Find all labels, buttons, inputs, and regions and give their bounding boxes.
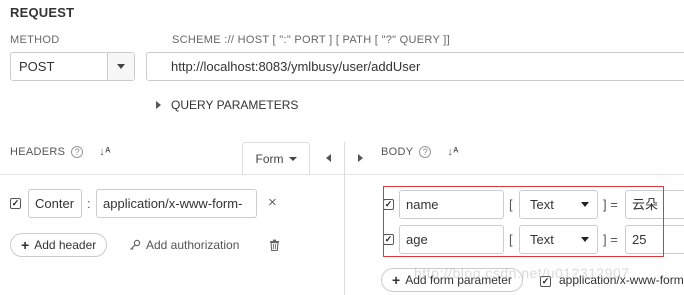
header-key-input[interactable]: Conter (28, 189, 82, 218)
remove-header-icon[interactable]: × (268, 194, 277, 211)
headers-header: HEADERS ? ↓ᴬ (10, 146, 111, 158)
trash-icon (270, 239, 279, 252)
method-dropdown-button[interactable] (107, 53, 134, 80)
form-mode-dropdown[interactable]: Form (242, 142, 310, 174)
delete-headers-button[interactable] (269, 239, 280, 254)
plus-icon: + (21, 237, 30, 253)
watermark-text: http://blog.csdn.net/u012312907 (414, 265, 630, 281)
chevron-down-icon (117, 64, 125, 69)
method-label: METHOD (10, 34, 60, 46)
method-value: POST (19, 59, 55, 74)
method-select[interactable]: POST (10, 52, 135, 81)
expand-right-button[interactable] (358, 154, 363, 162)
add-authorization-label: Add authorization (146, 238, 240, 252)
query-parameters-toggle[interactable]: QUERY PARAMETERS (156, 98, 298, 112)
help-icon[interactable]: ? (419, 146, 432, 158)
body-label: BODY (381, 146, 414, 158)
add-authorization-link[interactable]: Add authorization (129, 238, 239, 252)
body-header: BODY ? ↓ᴬ (381, 146, 459, 158)
body-separator (345, 174, 684, 175)
request-section-title: REQUEST (10, 5, 75, 20)
chevron-down-icon (288, 156, 297, 161)
sort-az-icon[interactable]: ↓ᴬ (99, 146, 110, 158)
url-input[interactable]: http://localhost:8083/ymlbusy/user/addUs… (146, 52, 684, 81)
collapse-left-button[interactable] (326, 154, 331, 162)
chevron-left-icon (326, 154, 331, 162)
chevron-right-icon (358, 154, 363, 162)
panel-divider (344, 142, 345, 295)
header-value-input[interactable]: application/x-www-form- (96, 189, 257, 218)
query-parameters-label: QUERY PARAMETERS (171, 98, 299, 112)
plus-icon: + (392, 272, 401, 288)
headers-label: HEADERS (10, 146, 66, 158)
highlight-box (383, 186, 664, 257)
header-row-checkbox[interactable]: ✓ (10, 198, 21, 209)
add-header-button[interactable]: + Add header (10, 233, 108, 257)
expand-right-icon (156, 101, 161, 109)
form-mode-label: Form (255, 151, 284, 166)
header-separator: : (87, 196, 91, 211)
add-header-label: Add header (34, 238, 97, 252)
sort-az-icon[interactable]: ↓ᴬ (447, 146, 458, 158)
url-format-label: SCHEME :// HOST [ ":" PORT ] [ PATH [ "?… (172, 34, 450, 46)
headers-separator (0, 174, 344, 175)
key-icon (130, 239, 141, 250)
help-icon[interactable]: ? (71, 146, 84, 158)
